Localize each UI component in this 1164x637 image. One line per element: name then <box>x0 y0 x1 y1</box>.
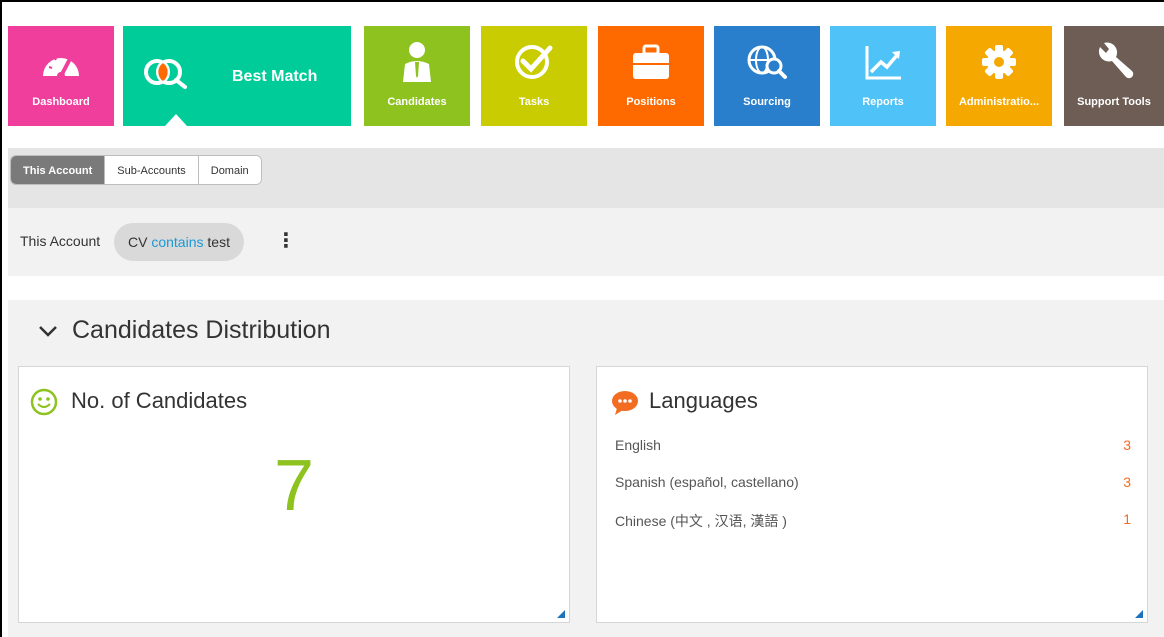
best-match-icon <box>143 52 207 96</box>
nav-tile-reports[interactable]: Reports <box>830 26 936 126</box>
nav-tile-label: Support Tools <box>1077 96 1151 108</box>
resize-handle[interactable] <box>557 610 565 618</box>
chat-bubble-icon <box>612 391 638 415</box>
filter-chip-operator[interactable]: contains <box>151 234 203 250</box>
nav-tile-label: Sourcing <box>743 96 791 108</box>
nav-tile-tasks[interactable]: Tasks <box>481 26 587 126</box>
card-title: No. of Candidates <box>71 388 248 413</box>
nav-tile-support-tools[interactable]: Support Tools <box>1064 26 1164 126</box>
person-icon <box>364 40 470 84</box>
more-options-icon[interactable]: ⋮ <box>276 230 296 254</box>
language-count[interactable]: 1 <box>1123 511 1131 548</box>
tab-domain[interactable]: Domain <box>198 156 261 184</box>
card-title: Languages <box>649 388 758 413</box>
scope-bar: This Account Sub-Accounts Domain <box>8 148 1164 208</box>
nav-tile-sourcing[interactable]: Sourcing <box>714 26 820 126</box>
nav-tile-label: Best Match <box>232 68 318 85</box>
tab-sub-accounts[interactable]: Sub-Accounts <box>105 156 199 184</box>
scope-tabs: This Account Sub-Accounts Domain <box>10 155 262 185</box>
languages-card: Languages English 3 Spanish (español, ca… <box>596 366 1148 623</box>
no-of-candidates-card: No. of Candidates 7 <box>18 366 570 623</box>
chevron-down-icon <box>39 325 57 337</box>
filter-scope-label: This Account <box>20 233 101 249</box>
nav-tile-dashboard[interactable]: Dashboard <box>8 26 114 126</box>
nav-tile-label: Administratio... <box>958 96 1040 108</box>
check-circle-icon <box>481 40 587 84</box>
filter-row: This Account CV contains test ⋮ <box>8 208 1164 276</box>
nav-tile-administration[interactable]: Administratio... <box>946 26 1052 126</box>
list-item[interactable]: Spanish (español, castellano) 3 <box>615 474 1131 511</box>
language-name: Chinese (中文 , 汉语, 漢語 ) <box>615 513 787 529</box>
candidates-distribution-section: Candidates Distribution No. of Candidate… <box>8 300 1164 637</box>
candidates-count[interactable]: 7 <box>19 441 569 531</box>
section-title: Candidates Distribution <box>72 316 331 344</box>
wrench-icon <box>1064 40 1164 84</box>
nav-tile-label: Dashboard <box>32 96 90 108</box>
filter-chip[interactable]: CV contains test <box>114 223 244 261</box>
nav-tile-candidates[interactable]: Candidates <box>364 26 470 126</box>
speedometer-icon <box>8 40 114 84</box>
filter-chip-field: CV <box>128 234 148 250</box>
nav-tile-label: Positions <box>626 96 676 108</box>
tab-this-account[interactable]: This Account <box>11 156 106 184</box>
chart-icon <box>830 40 936 84</box>
gear-icon <box>946 40 1052 84</box>
filter-chip-value: test <box>207 234 230 250</box>
resize-handle[interactable] <box>1135 610 1143 618</box>
section-header[interactable]: Candidates Distribution <box>38 316 330 345</box>
nav-tile-best-match[interactable]: Best Match <box>123 26 351 126</box>
list-item[interactable]: Chinese (中文 , 汉语, 漢語 ) 1 <box>615 511 1131 548</box>
language-name: Spanish (español, castellano) <box>615 474 799 490</box>
language-count[interactable]: 3 <box>1123 437 1131 474</box>
language-name: English <box>615 437 661 453</box>
main-nav: Dashboard Best Match Candidates Tasks Po… <box>8 26 1164 126</box>
briefcase-icon <box>598 40 704 84</box>
smiley-icon <box>30 388 58 416</box>
active-tile-caret <box>165 114 187 126</box>
nav-tile-positions[interactable]: Positions <box>598 26 704 126</box>
nav-tile-label: Tasks <box>518 96 550 108</box>
list-item[interactable]: English 3 <box>615 437 1131 474</box>
nav-tile-label: Reports <box>862 96 904 108</box>
nav-tile-label: Candidates <box>387 96 447 108</box>
languages-list: English 3 Spanish (español, castellano) … <box>615 437 1131 548</box>
globe-search-icon <box>714 40 820 84</box>
language-count[interactable]: 3 <box>1123 474 1131 511</box>
